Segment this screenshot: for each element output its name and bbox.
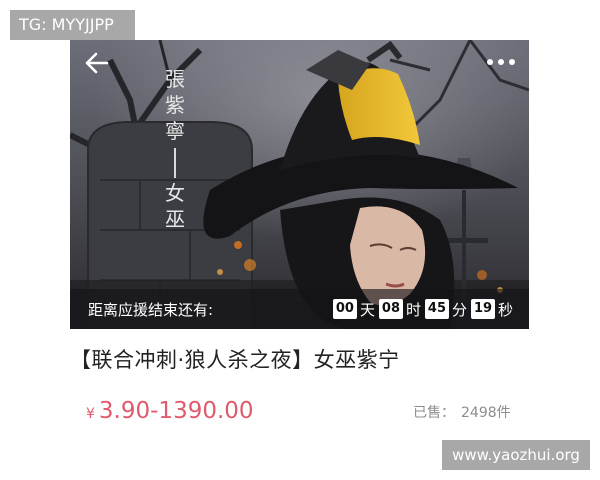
sold-label: 已售： (413, 405, 455, 421)
countdown-bar: 距离应援结束还有: 00 天 08 时 45 分 19 秒 (70, 289, 529, 329)
hero-banner-image: 張紫寧 女巫 距离应援结束还有: 00 天 08 时 45 分 19 秒 (70, 40, 529, 329)
tg-overlay-label: TG: MYYJJPP (10, 10, 135, 40)
countdown-timer: 00 天 08 时 45 分 19 秒 (329, 299, 513, 320)
poster-vertical-name: 張紫寧 (165, 67, 185, 143)
poster-vertical-role: 女巫 (165, 181, 185, 231)
countdown-hours-unit: 时 (405, 300, 421, 319)
countdown-seconds: 19 (470, 299, 495, 319)
countdown-days-unit: 天 (359, 300, 375, 319)
witch-poster-illustration (70, 40, 529, 329)
countdown-label: 距离应援结束还有: (88, 300, 214, 319)
countdown-days: 00 (332, 299, 357, 319)
more-dots-icon[interactable] (484, 52, 518, 72)
sold-count: 已售： 2498件 (413, 402, 511, 422)
sold-value: 2498件 (461, 405, 511, 421)
countdown-minutes-unit: 分 (451, 300, 467, 319)
price-currency: ¥ (86, 406, 95, 422)
countdown-hours: 08 (378, 299, 403, 319)
poster-divider-line (174, 148, 176, 178)
product-title: 【联合冲刺·狼人杀之夜】女巫紫宁 (70, 348, 400, 372)
price-range: 3.90-1390.00 (98, 398, 254, 424)
watermark-label: www.yaozhui.org (442, 440, 590, 470)
countdown-seconds-unit: 秒 (497, 300, 513, 319)
product-card: 張紫寧 女巫 距离应援结束还有: 00 天 08 时 45 分 19 秒 【联合… (70, 40, 529, 440)
product-price: ¥ 3.90-1390.00 (86, 398, 254, 424)
countdown-minutes: 45 (424, 299, 449, 319)
back-arrow-icon[interactable] (82, 48, 112, 78)
